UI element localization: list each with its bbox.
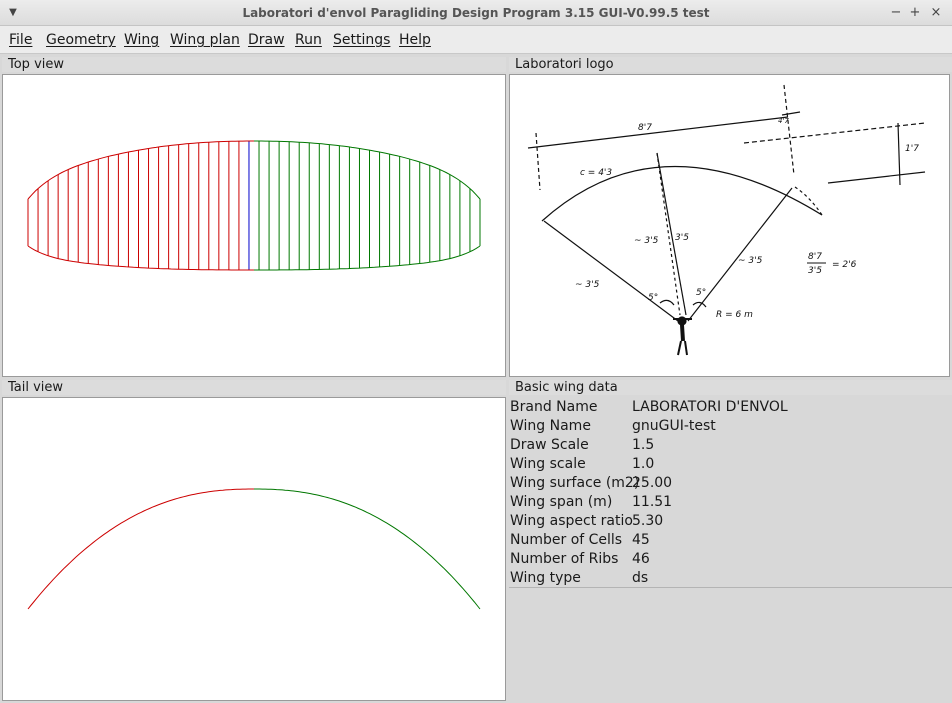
wing-data-row: Wing aspect ratio 5.30 xyxy=(510,512,810,531)
wing-data-label: Number of Cells xyxy=(510,532,623,548)
wing-data-label: Wing span (m) xyxy=(510,494,613,510)
wing-data-label: Draw Scale xyxy=(510,437,589,453)
wing-data-label: Wing type xyxy=(510,570,581,586)
wing-data-label: Wing scale xyxy=(510,456,586,472)
logo-canvas: 8'7 1'7 4'7 c = 4'3 ~ 3'5 3'5 ~ 3'5 ~ 3'… xyxy=(509,74,950,377)
top-view-panel: Top view xyxy=(2,57,506,377)
top-view-title: Top view xyxy=(8,57,68,72)
logo-note-d: ~ 3'5 xyxy=(738,256,763,266)
logo-sketch-drawing: 8'7 1'7 4'7 c = 4'3 ~ 3'5 3'5 ~ 3'5 ~ 3'… xyxy=(527,84,926,356)
wing-data-label: Wing Name xyxy=(510,418,591,434)
wing-data-label: Brand Name xyxy=(510,399,598,415)
wing-data-value: gnuGUI-test xyxy=(632,418,716,434)
wing-data-value: 25.00 xyxy=(632,475,673,491)
wing-data-table: Brand Name LABORATORI D'ENVOL Wing Name gnu… xyxy=(510,398,810,588)
wing-data-label: Number of Ribs xyxy=(510,551,619,567)
tail-arch-right xyxy=(254,488,481,610)
wing-data-row: Wing Name gnuGUI-test xyxy=(510,417,810,436)
wing-data-title: Basic wing data xyxy=(515,380,621,395)
wing-data-value: 45 xyxy=(632,532,650,548)
menu-draw[interactable]: Draw xyxy=(248,31,285,49)
wing-data-row: Wing span (m) 11.51 xyxy=(510,493,810,512)
close-button[interactable]: × xyxy=(926,3,946,23)
wing-data-row: Number of Cells 45 xyxy=(510,531,810,550)
logo-dim-span: 8'7 xyxy=(638,123,652,133)
tail-view-panel: Tail view xyxy=(2,380,506,703)
menu-help[interactable]: Help xyxy=(399,31,431,49)
title-bar: ▼ Laboratori d'envol Paragliding Design … xyxy=(0,0,952,26)
logo-panel: Laboratori logo 8'7 1'7 4'7 c = 4'3 ~ 3'… xyxy=(509,57,952,377)
top-view-canvas[interactable] xyxy=(2,74,506,377)
maximize-button[interactable]: + xyxy=(905,3,925,23)
logo-note-ratio-result: = 2'6 xyxy=(832,260,857,270)
menu-settings[interactable]: Settings xyxy=(333,31,390,49)
wing-data-label: Wing aspect ratio xyxy=(510,513,633,529)
wing-data-row: Wing surface (m2) 25.00 xyxy=(510,474,810,493)
menu-bar: File Geometry Wing Wing plan Draw Run Se… xyxy=(0,26,952,54)
logo-note-ratio-top: 8'7 xyxy=(808,252,822,262)
wing-data-row: Wing type ds xyxy=(510,569,810,588)
wing-data-row: Wing scale 1.0 xyxy=(510,455,810,474)
tail-view-drawing xyxy=(27,488,481,610)
logo-note-b: 3'5 xyxy=(675,233,689,243)
wing-data-row: Draw Scale 1.5 xyxy=(510,436,810,455)
top-view-drawing xyxy=(27,140,481,271)
logo-note-a: ~ 3'5 xyxy=(634,236,659,246)
menu-wing-plan[interactable]: Wing plan xyxy=(170,31,240,49)
minimize-button[interactable]: − xyxy=(886,3,906,23)
wing-outline xyxy=(27,140,254,200)
tail-view-title: Tail view xyxy=(8,380,67,395)
wing-data-value: ds xyxy=(632,570,649,586)
wing-outline xyxy=(27,245,254,271)
logo-dim-height: 1'7 xyxy=(905,144,919,154)
menu-run[interactable]: Run xyxy=(295,31,322,49)
logo-note-angle-left: 5° xyxy=(648,293,658,303)
wing-data-value: 1.0 xyxy=(632,456,655,472)
logo-note-radius: R = 6 m xyxy=(716,310,753,320)
logo-note-c: ~ 3'5 xyxy=(575,280,600,290)
wing-outline xyxy=(254,140,481,200)
tail-view-canvas[interactable] xyxy=(2,397,506,701)
logo-note-ratio-bottom: 3'5 xyxy=(808,266,822,276)
menu-wing[interactable]: Wing xyxy=(124,31,159,49)
tail-arch-left xyxy=(27,488,254,610)
logo-note-chord: c = 4'3 xyxy=(580,168,612,178)
wing-data-value: LABORATORI D'ENVOL xyxy=(632,399,788,415)
wing-data-value: 46 xyxy=(632,551,650,567)
wing-data-value: 5.30 xyxy=(632,513,664,529)
wing-outline xyxy=(254,245,481,271)
menu-file[interactable]: File xyxy=(9,31,32,49)
logo-dim-offset: 4'7 xyxy=(778,117,789,125)
window-title: Laboratori d'envol Paragliding Design Pr… xyxy=(242,6,710,20)
wing-data-value: 1.5 xyxy=(632,437,655,453)
wing-data-label: Wing surface (m2) xyxy=(510,475,640,491)
menu-geometry[interactable]: Geometry xyxy=(46,31,116,49)
logo-panel-title: Laboratori logo xyxy=(515,57,617,72)
wing-data-row: Brand Name LABORATORI D'ENVOL xyxy=(510,398,810,417)
wing-data-row: Number of Ribs 46 xyxy=(510,550,810,569)
wing-data-value: 11.51 xyxy=(632,494,673,510)
logo-note-angle-right: 5° xyxy=(696,288,706,298)
